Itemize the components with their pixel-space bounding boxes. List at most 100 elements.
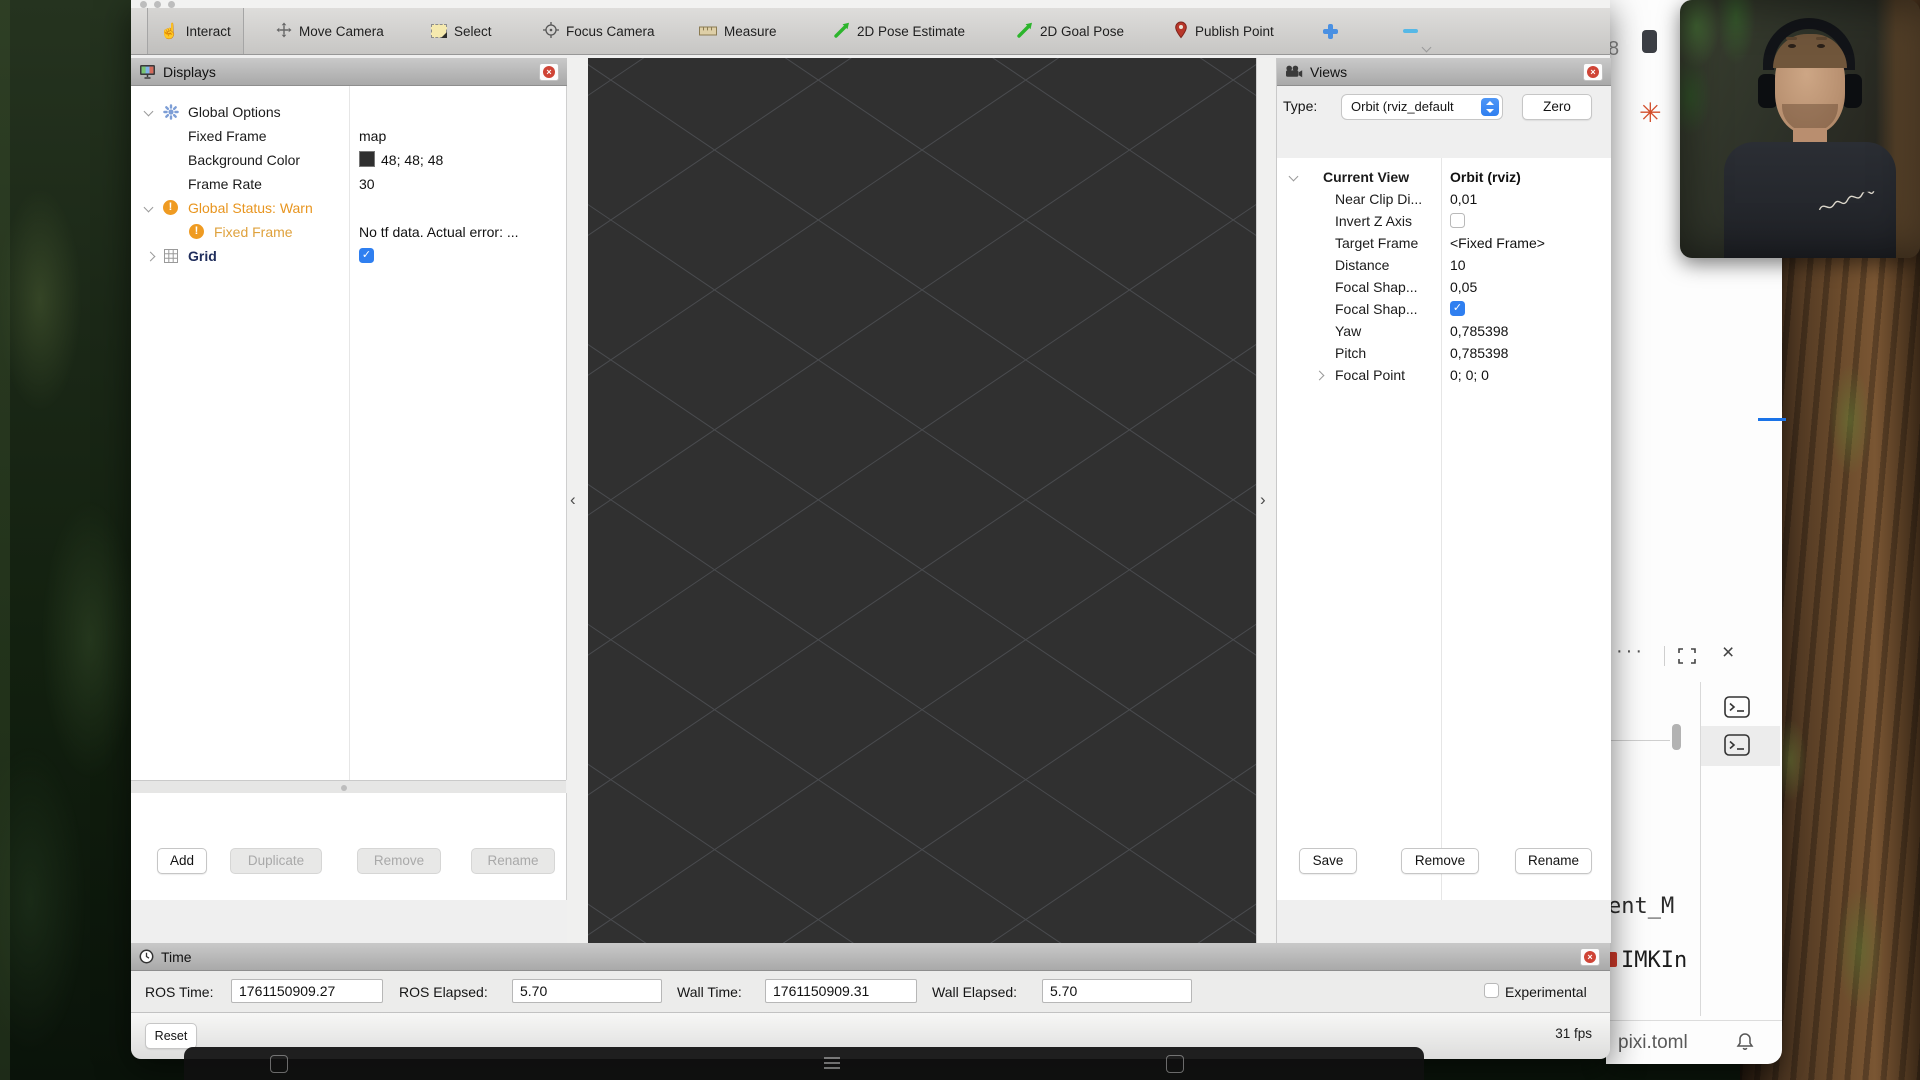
row-value[interactable]: <Fixed Frame> xyxy=(1450,231,1545,255)
collapse-left-chevron[interactable]: ‹ xyxy=(570,490,576,510)
reset-button[interactable]: Reset xyxy=(145,1023,197,1049)
select-tool-button[interactable]: Select xyxy=(431,8,492,54)
pose-estimate-tool-button[interactable]: 2D Pose Estimate xyxy=(834,8,965,54)
zero-button[interactable]: Zero xyxy=(1522,94,1592,120)
ros-time-input[interactable]: 1761150909.27 xyxy=(231,979,383,1003)
webcam-overlay xyxy=(1680,0,1920,258)
close-panel-button[interactable]: × xyxy=(1580,948,1600,966)
row-label: Background Color xyxy=(188,148,300,172)
tree-row-pitch[interactable]: Pitch 0,785398 xyxy=(1277,341,1611,365)
invert-z-checkbox[interactable] xyxy=(1450,213,1465,228)
tree-row-fixed-frame[interactable]: Fixed Frame map xyxy=(131,124,566,148)
close-icon[interactable]: × xyxy=(1722,641,1734,665)
focus-camera-tool-button[interactable]: Focus Camera xyxy=(543,8,655,54)
views-panel-header[interactable]: Views × xyxy=(1277,58,1611,86)
row-value[interactable]: 0,05 xyxy=(1450,275,1477,299)
rviz-toolbar: ☝ Interact Move Camera Select Focus Came… xyxy=(131,8,1610,55)
save-view-button[interactable]: Save xyxy=(1299,848,1357,874)
remove-view-button[interactable]: Remove xyxy=(1401,848,1479,874)
displays-panel-header[interactable]: Displays × xyxy=(131,58,567,86)
row-value[interactable]: 0; 0; 0 xyxy=(1450,363,1489,387)
chevron-right-icon[interactable] xyxy=(1315,371,1325,381)
focal-shape-checkbox[interactable]: ✓ xyxy=(1450,301,1465,316)
collapse-right-chevron[interactable]: › xyxy=(1260,490,1266,510)
window-control-dot[interactable] xyxy=(154,1,161,8)
tree-row-global-options[interactable]: Global Options xyxy=(131,100,566,124)
dock-app-icon[interactable] xyxy=(270,1055,288,1073)
tree-row-background-color[interactable]: Background Color 48; 48; 48 xyxy=(131,148,566,172)
panel-title: Views xyxy=(1310,64,1347,80)
chevron-down-icon[interactable] xyxy=(144,107,154,117)
row-value[interactable]: 0,01 xyxy=(1450,187,1477,211)
terminal-icon[interactable] xyxy=(1724,696,1750,723)
minus-icon xyxy=(1403,29,1418,34)
publish-point-tool-button[interactable]: Publish Point xyxy=(1174,8,1274,54)
chevron-down-icon[interactable] xyxy=(144,203,154,213)
window-control-dot[interactable] xyxy=(168,1,175,8)
rename-display-button: Rename xyxy=(471,848,555,874)
tree-row-global-status[interactable]: ! Global Status: Warn xyxy=(131,196,566,220)
interact-tool-button[interactable]: ☝ Interact xyxy=(147,8,244,54)
move-camera-tool-button[interactable]: Move Camera xyxy=(276,8,384,54)
add-tool-button[interactable] xyxy=(1323,8,1338,54)
row-value[interactable]: 30 xyxy=(359,172,375,196)
experimental-checkbox[interactable] xyxy=(1484,983,1499,998)
grid-enabled-checkbox[interactable]: ✓ xyxy=(359,248,374,263)
tree-row-grid[interactable]: Grid ✓ xyxy=(131,244,566,268)
view-type-dropdown[interactable]: Orbit (rviz_default xyxy=(1341,94,1503,120)
tool-label: Interact xyxy=(186,24,231,39)
dock-app-icon[interactable] xyxy=(1166,1055,1184,1073)
file-name-label[interactable]: pixi.toml xyxy=(1618,1032,1688,1054)
tree-row-focal-shape-fixed[interactable]: Focal Shap... ✓ xyxy=(1277,297,1611,321)
panel-icon[interactable] xyxy=(1642,30,1657,53)
time-panel-header[interactable]: Time × xyxy=(131,943,1610,971)
row-label: Frame Rate xyxy=(188,172,262,196)
3d-viewport[interactable] xyxy=(588,58,1256,943)
goal-pose-tool-button[interactable]: 2D Goal Pose xyxy=(1017,8,1124,54)
wall-elapsed-input[interactable]: 5.70 xyxy=(1042,979,1192,1003)
add-display-button[interactable]: Add xyxy=(157,848,207,874)
tree-row-distance[interactable]: Distance 10 xyxy=(1277,253,1611,277)
row-value[interactable]: 48; 48; 48 xyxy=(359,148,443,172)
remove-tool-button[interactable] xyxy=(1403,8,1418,54)
row-value[interactable]: 0,785398 xyxy=(1450,341,1508,365)
close-panel-button[interactable]: × xyxy=(539,63,559,81)
dock-menu-icon[interactable] xyxy=(824,1057,840,1069)
row-label: Focal Shap... xyxy=(1335,275,1418,299)
ros-elapsed-input[interactable]: 5.70 xyxy=(512,979,662,1003)
row-value[interactable]: 0,785398 xyxy=(1450,319,1508,343)
tree-row-current-view[interactable]: Current View Orbit (rviz) xyxy=(1277,165,1611,189)
maximize-icon[interactable] xyxy=(1678,648,1696,669)
window-control-dot[interactable] xyxy=(140,1,147,8)
ros-elapsed-label: ROS Elapsed: xyxy=(399,980,488,1004)
tree-row-focal-point[interactable]: Focal Point 0; 0; 0 xyxy=(1277,363,1611,387)
tree-row-frame-rate[interactable]: Frame Rate 30 xyxy=(131,172,566,196)
bell-icon[interactable] xyxy=(1734,1031,1756,1058)
wall-time-input[interactable]: 1761150909.31 xyxy=(765,979,917,1003)
row-label: Fixed Frame xyxy=(214,220,293,244)
panel-title: Time xyxy=(161,949,192,965)
close-panel-button[interactable]: × xyxy=(1583,63,1603,81)
row-label: Fixed Frame xyxy=(188,124,267,148)
tool-label: 2D Goal Pose xyxy=(1040,24,1124,39)
tree-row-target-frame[interactable]: Target Frame <Fixed Frame> xyxy=(1277,231,1611,255)
chevron-down-icon[interactable] xyxy=(1422,43,1432,53)
terminal-icon[interactable] xyxy=(1724,734,1750,761)
tree-row-yaw[interactable]: Yaw 0,785398 xyxy=(1277,319,1611,343)
chevron-right-icon[interactable] xyxy=(146,252,156,262)
remove-display-button: Remove xyxy=(357,848,441,874)
tool-label: 2D Pose Estimate xyxy=(857,24,965,39)
tree-row-fixed-frame-warning[interactable]: ! Fixed Frame No tf data. Actual error: … xyxy=(131,220,566,244)
tree-row-invert-z[interactable]: Invert Z Axis xyxy=(1277,209,1611,233)
more-menu-icon[interactable]: ··· xyxy=(1616,640,1645,663)
tree-row-near-clip[interactable]: Near Clip Di... 0,01 xyxy=(1277,187,1611,211)
tool-label: Focus Camera xyxy=(566,24,655,39)
time-panel: Time × ROS Time: 1761150909.27 ROS Elaps… xyxy=(131,943,1610,1012)
tree-row-focal-shape-size[interactable]: Focal Shap... 0,05 xyxy=(1277,275,1611,299)
chevron-down-icon[interactable] xyxy=(1289,172,1299,182)
rename-view-button[interactable]: Rename xyxy=(1515,848,1592,874)
row-value[interactable]: map xyxy=(359,124,386,148)
row-value[interactable]: 10 xyxy=(1450,253,1466,277)
scrollbar-thumb[interactable] xyxy=(1672,724,1681,750)
measure-tool-button[interactable]: Measure xyxy=(699,8,777,54)
